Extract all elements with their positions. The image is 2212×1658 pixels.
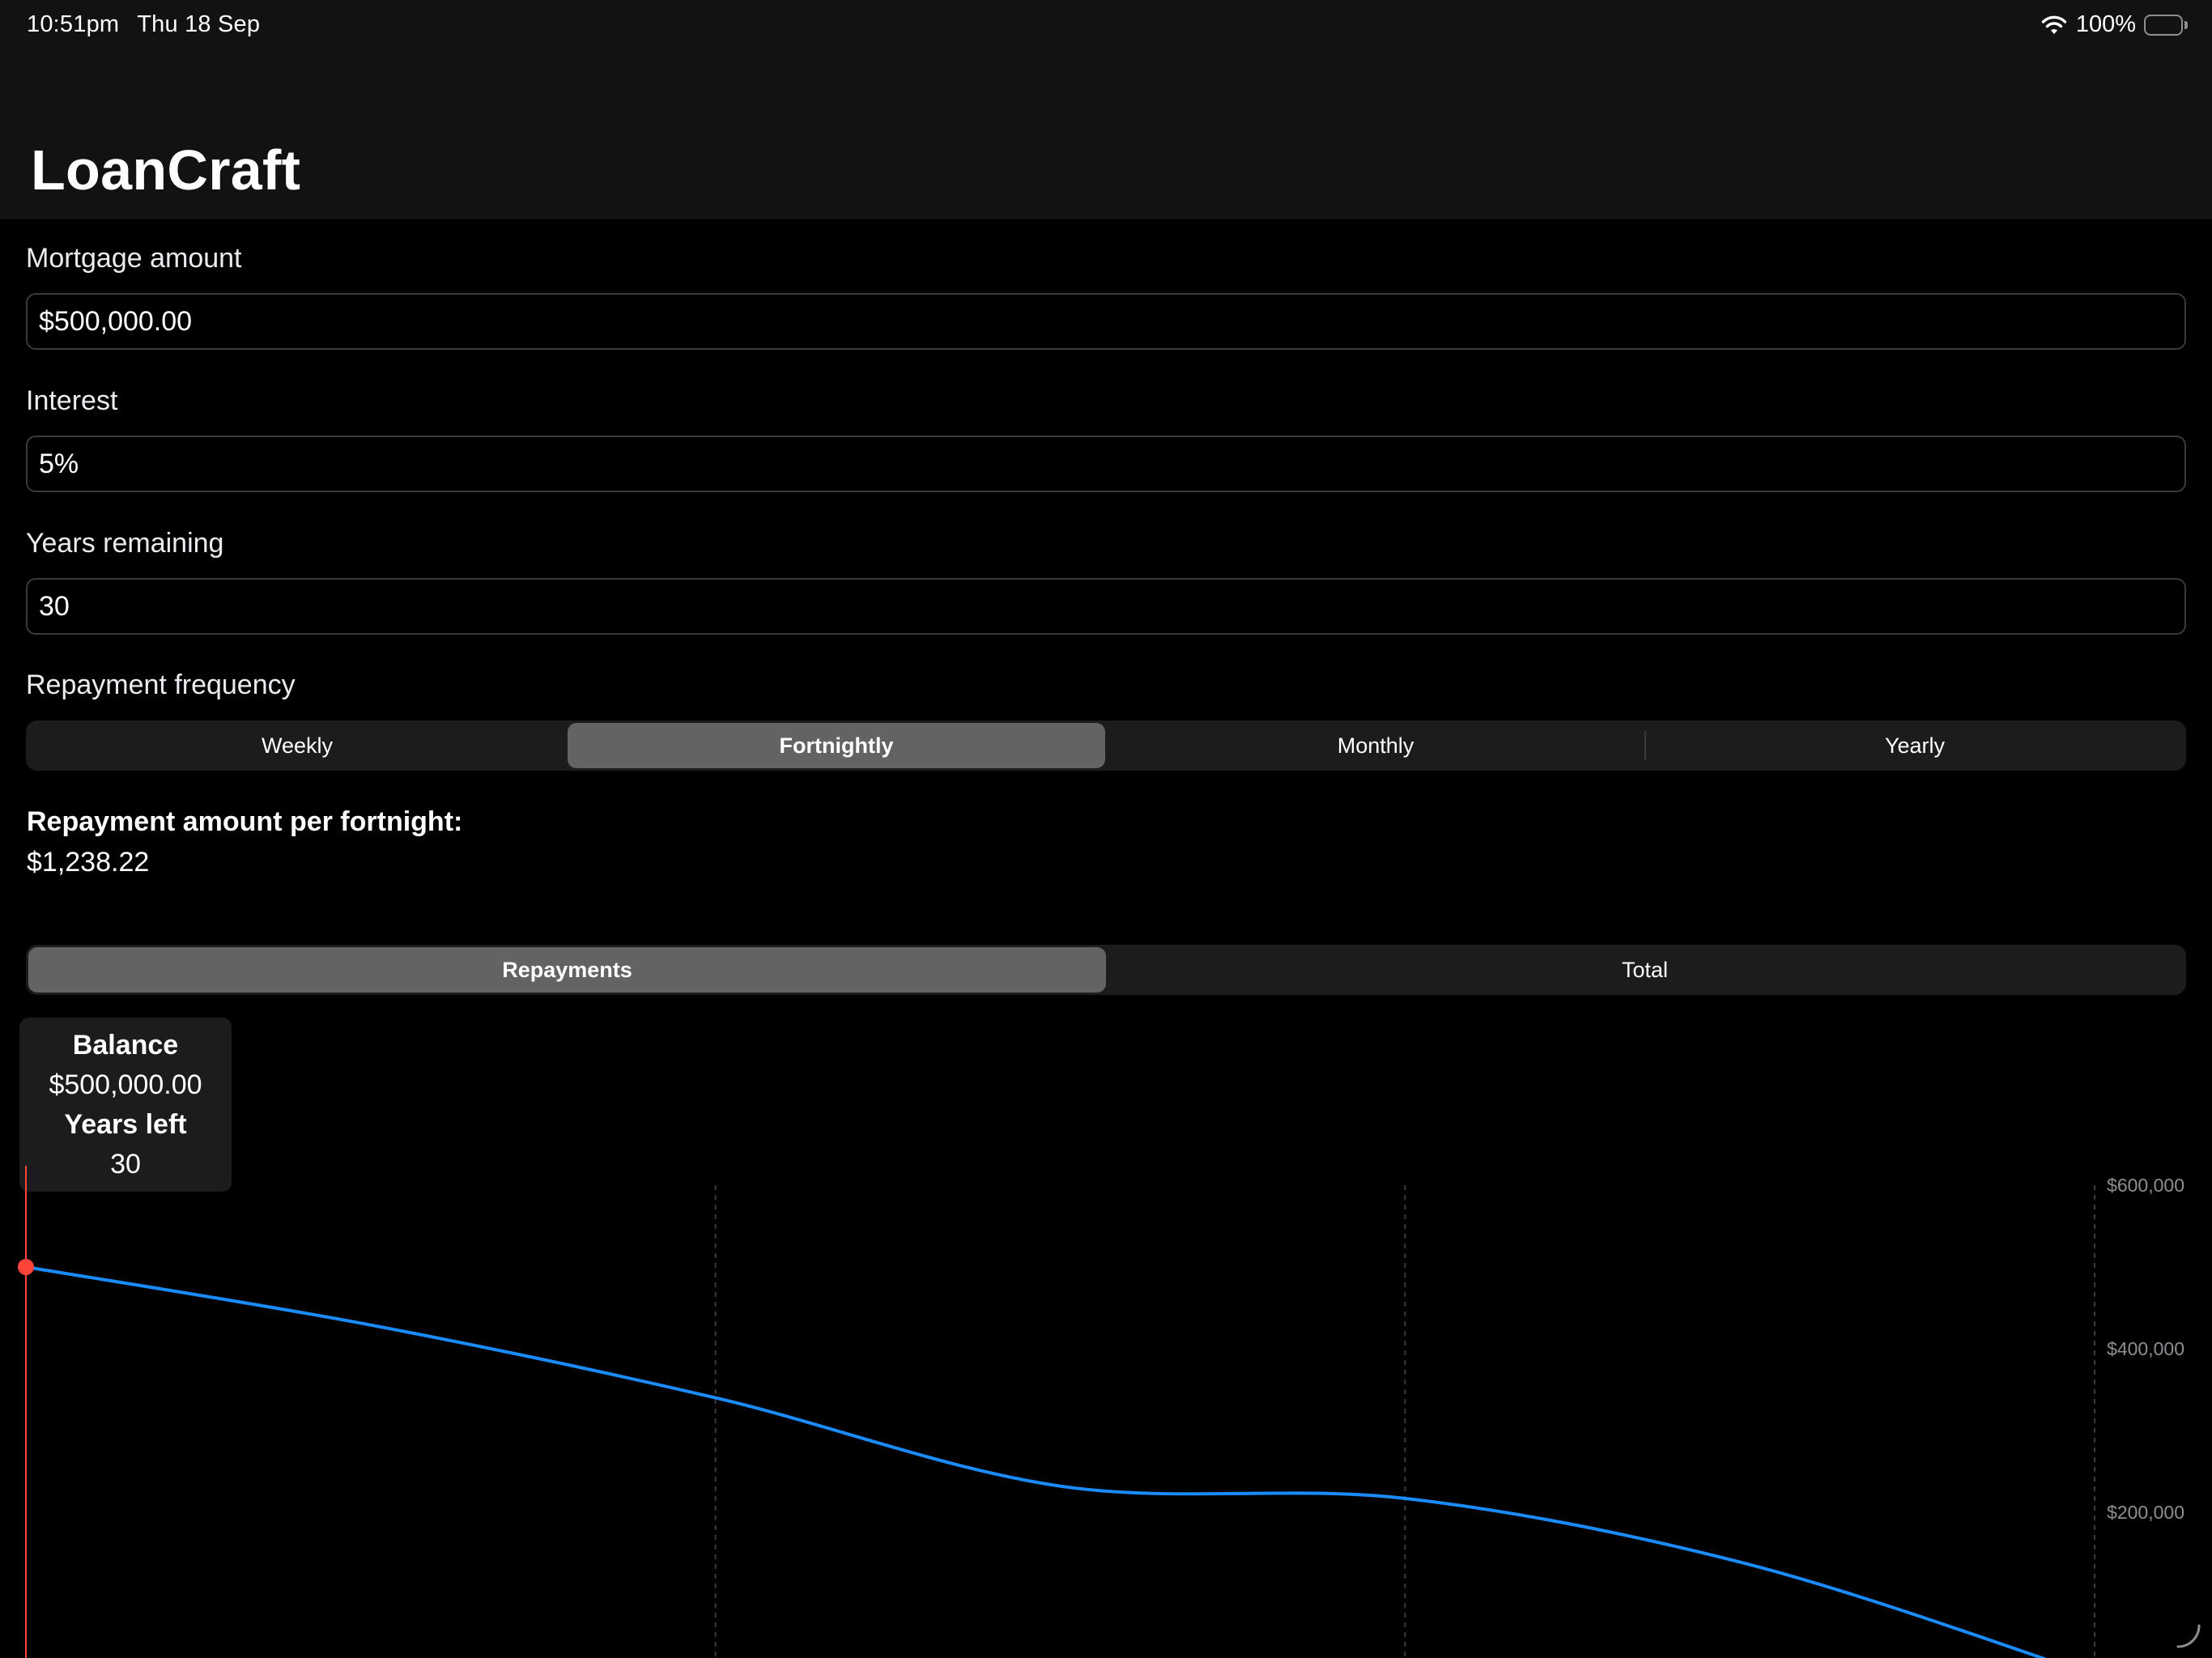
battery-percentage: 100% xyxy=(2075,11,2136,37)
status-date: Thu 18 Sep xyxy=(137,11,261,37)
repayment-frequency-control: Weekly Fortnightly Monthly Yearly xyxy=(26,721,2186,771)
frequency-option-fortnightly[interactable]: Fortnightly xyxy=(568,723,1105,768)
tooltip-balance-label: Balance xyxy=(72,1029,179,1061)
page-title: LoanCraft xyxy=(31,138,301,202)
resize-handle-icon[interactable] xyxy=(2175,1622,2202,1650)
tab-repayments[interactable]: Repayments xyxy=(28,947,1106,993)
tab-total[interactable]: Total xyxy=(1106,947,2184,993)
status-bar-right: 100% xyxy=(2040,11,2188,38)
selected-point-marker[interactable] xyxy=(18,1259,34,1275)
years-remaining-label: Years remaining xyxy=(26,528,224,559)
interest-input[interactable] xyxy=(26,436,2186,492)
chart-mode-control: Repayments Total xyxy=(26,945,2186,995)
tooltip-years-label: Years left xyxy=(64,1108,187,1140)
frequency-option-yearly[interactable]: Yearly xyxy=(1646,723,2184,768)
status-bar-left: 10:51pm Thu 18 Sep xyxy=(27,11,260,38)
years-remaining-input[interactable] xyxy=(26,578,2186,635)
y-tick-label: $600,000 xyxy=(2107,1175,2184,1196)
balance-series-line xyxy=(25,1265,2048,1658)
frequency-option-weekly[interactable]: Weekly xyxy=(28,723,566,768)
repayment-amount-value: $1,238.22 xyxy=(27,847,150,878)
repayment-frequency-label: Repayment frequency xyxy=(26,670,296,700)
y-tick-label: $400,000 xyxy=(2107,1338,2184,1359)
mortgage-amount-label: Mortgage amount xyxy=(26,243,242,274)
y-tick-label: $200,000 xyxy=(2107,1502,2184,1523)
tooltip-balance-value: $500,000.00 xyxy=(49,1069,202,1100)
balance-chart[interactable] xyxy=(0,1166,2212,1658)
frequency-option-monthly[interactable]: Monthly xyxy=(1107,723,1644,768)
mortgage-amount-input[interactable] xyxy=(26,293,2186,350)
interest-label: Interest xyxy=(26,385,118,416)
navigation-header: 10:51pm Thu 18 Sep 100% LoanCraft xyxy=(0,0,2212,219)
battery-icon xyxy=(2144,14,2188,36)
repayment-amount-label: Repayment amount per fortnight: xyxy=(27,806,463,837)
status-time: 10:51pm xyxy=(27,11,120,37)
wifi-icon xyxy=(2040,15,2068,36)
